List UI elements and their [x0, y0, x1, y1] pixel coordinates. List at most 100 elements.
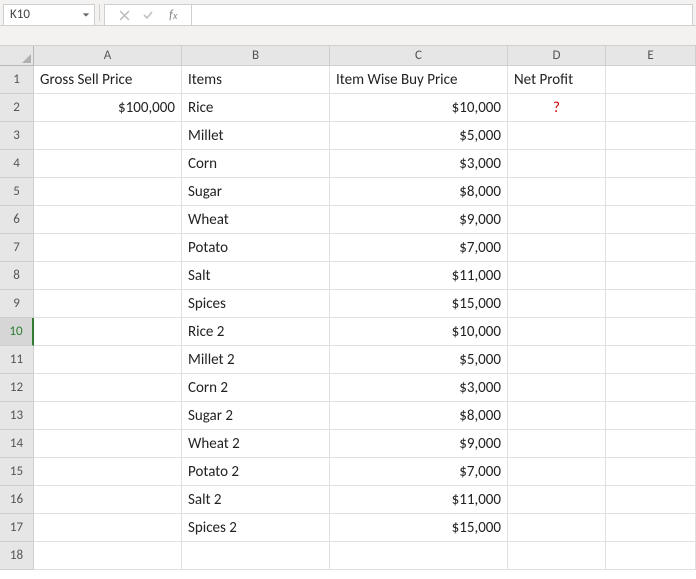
cell-E18[interactable] [606, 542, 696, 570]
cell-B5[interactable]: Sugar [182, 178, 330, 206]
row-header-13[interactable]: 13 [0, 402, 34, 430]
cell-A7[interactable] [34, 234, 182, 262]
cell-D16[interactable] [508, 486, 606, 514]
name-box-value[interactable]: K10 [4, 5, 78, 25]
cell-B17[interactable]: Spices 2 [182, 514, 330, 542]
cell-A10[interactable] [34, 318, 182, 346]
cell-D12[interactable] [508, 374, 606, 402]
cell-D4[interactable] [508, 150, 606, 178]
cell-E6[interactable] [606, 206, 696, 234]
cell-B15[interactable]: Potato 2 [182, 458, 330, 486]
cell-A2[interactable]: $100,000 [34, 94, 182, 122]
row-header-15[interactable]: 15 [0, 458, 34, 486]
cell-B1[interactable]: Items [182, 66, 330, 94]
cell-A8[interactable] [34, 262, 182, 290]
cell-A14[interactable] [34, 430, 182, 458]
cell-B7[interactable]: Potato [182, 234, 330, 262]
row-header-16[interactable]: 16 [0, 486, 34, 514]
row-header-12[interactable]: 12 [0, 374, 34, 402]
cell-C12[interactable]: $3,000 [330, 374, 508, 402]
cell-D17[interactable] [508, 514, 606, 542]
cell-C4[interactable]: $3,000 [330, 150, 508, 178]
cell-E9[interactable] [606, 290, 696, 318]
col-header-B[interactable]: B [182, 46, 330, 66]
row-header-11[interactable]: 11 [0, 346, 34, 374]
select-all-corner[interactable] [0, 46, 34, 66]
cell-C2[interactable]: $10,000 [330, 94, 508, 122]
cell-E15[interactable] [606, 458, 696, 486]
cell-E11[interactable] [606, 346, 696, 374]
cell-D10[interactable] [508, 318, 606, 346]
fx-icon[interactable]: fx [165, 8, 181, 23]
row-header-9[interactable]: 9 [0, 290, 34, 318]
row-header-17[interactable]: 17 [0, 514, 34, 542]
name-box[interactable]: K10 [3, 4, 95, 26]
cell-A3[interactable] [34, 122, 182, 150]
cell-C1[interactable]: Item Wise Buy Price [330, 66, 508, 94]
cell-C9[interactable]: $15,000 [330, 290, 508, 318]
cell-D5[interactable] [508, 178, 606, 206]
cell-B12[interactable]: Corn 2 [182, 374, 330, 402]
row-header-7[interactable]: 7 [0, 234, 34, 262]
cell-A16[interactable] [34, 486, 182, 514]
cell-A12[interactable] [34, 374, 182, 402]
cell-D6[interactable] [508, 206, 606, 234]
cell-E1[interactable] [606, 66, 696, 94]
formula-input[interactable] [192, 4, 693, 26]
cell-C5[interactable]: $8,000 [330, 178, 508, 206]
cell-E12[interactable] [606, 374, 696, 402]
row-header-3[interactable]: 3 [0, 122, 34, 150]
cell-D9[interactable] [508, 290, 606, 318]
cell-B2[interactable]: Rice [182, 94, 330, 122]
cell-B8[interactable]: Salt [182, 262, 330, 290]
cell-C18[interactable] [330, 542, 508, 570]
row-header-6[interactable]: 6 [0, 206, 34, 234]
cell-E17[interactable] [606, 514, 696, 542]
row-header-2[interactable]: 2 [0, 94, 34, 122]
cell-D13[interactable] [508, 402, 606, 430]
cell-C13[interactable]: $8,000 [330, 402, 508, 430]
cell-B18[interactable] [182, 542, 330, 570]
row-header-18[interactable]: 18 [0, 542, 34, 570]
cell-A17[interactable] [34, 514, 182, 542]
cell-B9[interactable]: Spices [182, 290, 330, 318]
enter-icon[interactable] [141, 9, 155, 21]
cell-E2[interactable] [606, 94, 696, 122]
spreadsheet-grid[interactable]: ABCDE1Gross Sell PriceItemsItem Wise Buy… [0, 46, 696, 570]
cell-A5[interactable] [34, 178, 182, 206]
cell-C16[interactable]: $11,000 [330, 486, 508, 514]
cell-E16[interactable] [606, 486, 696, 514]
cell-B10[interactable]: Rice 2 [182, 318, 330, 346]
cell-C15[interactable]: $7,000 [330, 458, 508, 486]
cell-B3[interactable]: Millet [182, 122, 330, 150]
cancel-icon[interactable] [117, 10, 131, 21]
cell-A9[interactable] [34, 290, 182, 318]
row-header-8[interactable]: 8 [0, 262, 34, 290]
cell-C3[interactable]: $5,000 [330, 122, 508, 150]
cell-D11[interactable] [508, 346, 606, 374]
cell-A1[interactable]: Gross Sell Price [34, 66, 182, 94]
col-header-C[interactable]: C [330, 46, 508, 66]
cell-B11[interactable]: Millet 2 [182, 346, 330, 374]
cell-A18[interactable] [34, 542, 182, 570]
name-box-dropdown[interactable] [78, 5, 94, 25]
cell-D2[interactable]: ? [508, 94, 606, 122]
col-header-D[interactable]: D [508, 46, 606, 66]
col-header-A[interactable]: A [34, 46, 182, 66]
cell-E8[interactable] [606, 262, 696, 290]
cell-D14[interactable] [508, 430, 606, 458]
col-header-E[interactable]: E [606, 46, 696, 66]
cell-E4[interactable] [606, 150, 696, 178]
cell-D8[interactable] [508, 262, 606, 290]
cell-D18[interactable] [508, 542, 606, 570]
cell-E13[interactable] [606, 402, 696, 430]
cell-C7[interactable]: $7,000 [330, 234, 508, 262]
cell-C14[interactable]: $9,000 [330, 430, 508, 458]
cell-B6[interactable]: Wheat [182, 206, 330, 234]
cell-A4[interactable] [34, 150, 182, 178]
cell-B16[interactable]: Salt 2 [182, 486, 330, 514]
cell-B14[interactable]: Wheat 2 [182, 430, 330, 458]
cell-D1[interactable]: Net Profit [508, 66, 606, 94]
row-header-5[interactable]: 5 [0, 178, 34, 206]
cell-C17[interactable]: $15,000 [330, 514, 508, 542]
